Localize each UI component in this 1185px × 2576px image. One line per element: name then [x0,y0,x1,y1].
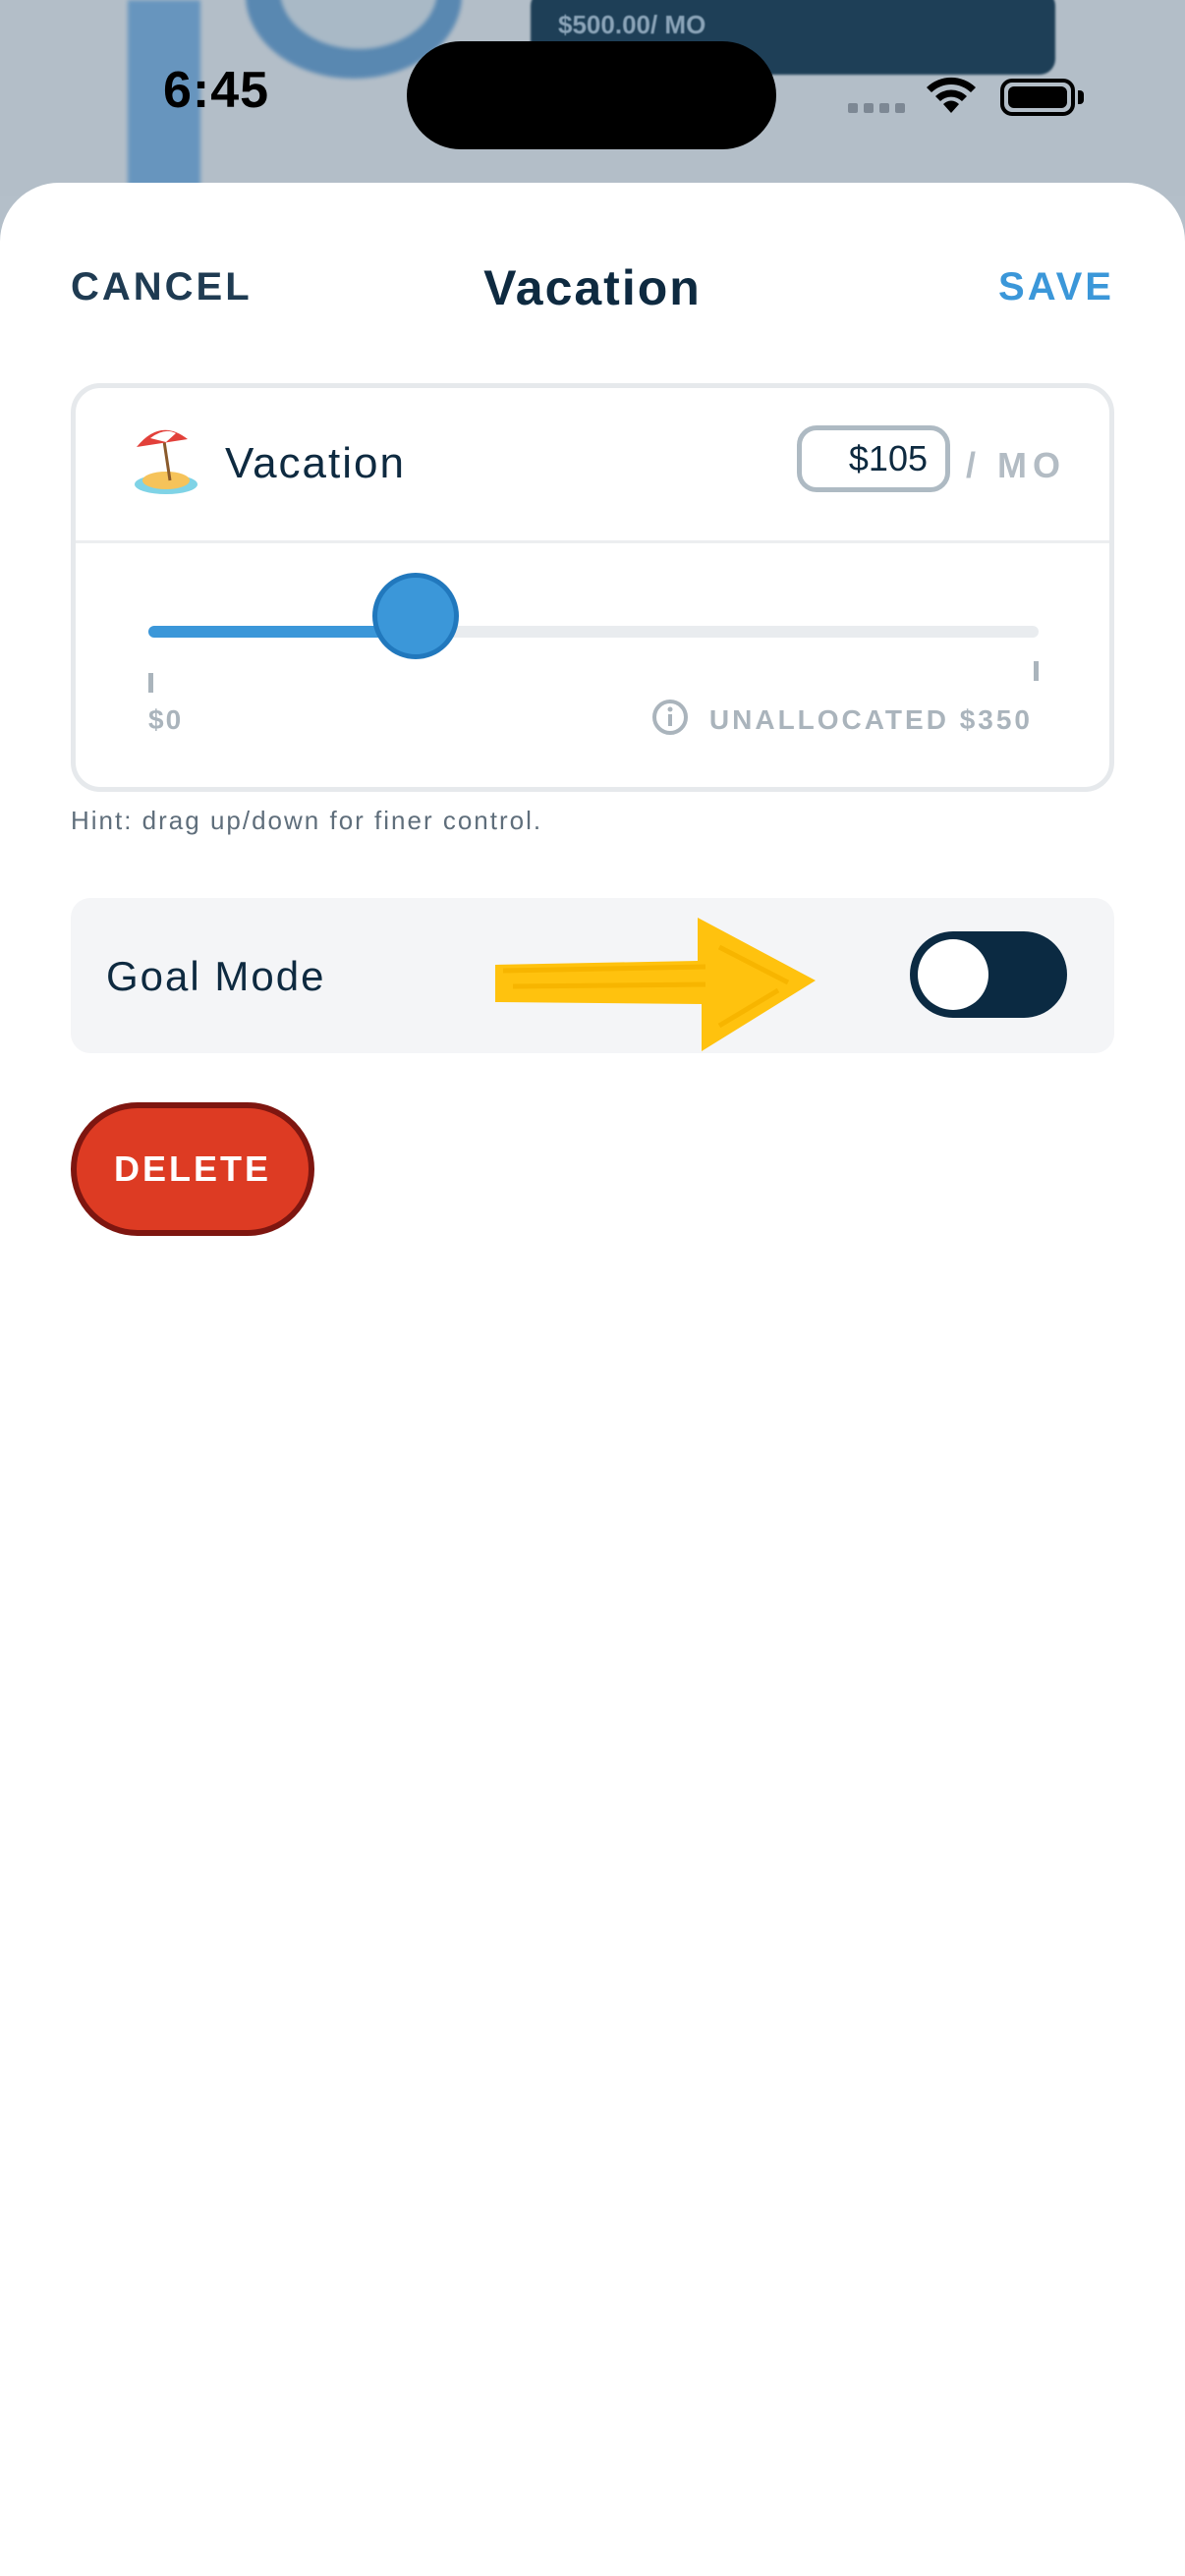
beach-umbrella-icon [135,429,198,494]
category-name: Vacation [225,439,406,487]
save-button[interactable]: SAVE [998,265,1114,309]
slider-max-tick [1034,661,1039,681]
toggle-knob [918,939,988,1010]
slider-min-tick [148,673,153,693]
status-bar: 6:45 [0,0,1185,187]
unallocated-label: UNALLOCATED $350 [708,704,1033,735]
amount-input[interactable]: $105 [797,425,950,492]
category-header: Vacation $105 / MO [76,388,1109,543]
goal-mode-row: Goal Mode [71,898,1114,1053]
per-month-label: / MO [966,445,1066,485]
goal-mode-label: Goal Mode [106,953,326,999]
status-time: 6:45 [163,62,270,119]
edit-category-sheet: CANCEL Vacation SAVE Vacation $105 / MO … [0,183,1185,2576]
dynamic-island [407,41,776,149]
info-icon[interactable] [651,699,689,736]
amount-slider-thumb[interactable] [371,573,459,659]
battery-tip [1078,90,1084,104]
wifi-icon [927,77,976,113]
goal-mode-toggle[interactable] [910,931,1067,1018]
amount-slider-track[interactable] [148,626,1039,638]
arrow-annotation [495,918,816,1051]
cellular-icon [848,103,905,113]
category-card: Vacation $105 / MO $0 UNALLOCATED $350 [71,383,1114,792]
battery-icon [1000,79,1075,116]
delete-button[interactable]: DELETE [71,1102,314,1236]
slider-hint: Hint: drag up/down for finer control. [71,806,543,835]
slider-min-label: $0 [148,704,184,735]
